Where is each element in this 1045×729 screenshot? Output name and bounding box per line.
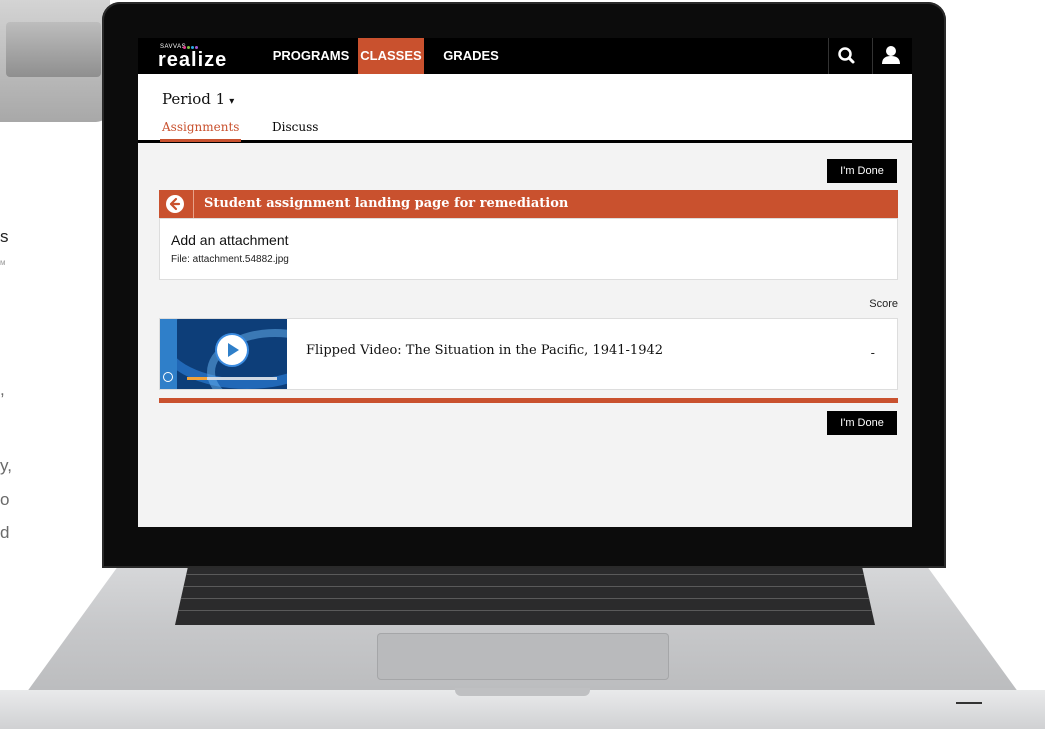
realize-logo[interactable]: SAVVAS realize [156, 44, 240, 71]
score-column-header: Score [869, 298, 898, 310]
attachment-title: Add an attachment [171, 232, 289, 248]
video-progress-fill [187, 377, 207, 380]
banner-divider [193, 190, 194, 218]
background-text-fragment: o [0, 490, 10, 509]
nav-classes[interactable]: CLASSES [358, 38, 424, 74]
nav-grades[interactable]: GRADES [434, 38, 508, 74]
background-laptop-image [0, 0, 110, 122]
laptop-trackpad [377, 633, 669, 680]
attachment-card[interactable]: Add an attachment File: attachment.54882… [159, 218, 898, 280]
keyboard-row-divider [175, 574, 875, 575]
assignment-title: Student assignment landing page for reme… [204, 196, 569, 211]
background-text-fragment: d [0, 523, 10, 542]
assignment-banner: Student assignment landing page for reme… [159, 190, 898, 218]
keyboard-row-divider [175, 598, 875, 599]
video-type-strip [160, 319, 177, 389]
user-icon [882, 46, 900, 64]
keyboard-row-divider [175, 610, 875, 611]
laptop-front-notch [455, 688, 590, 696]
background-text-fragment: ᴍ [0, 258, 6, 267]
search-icon [838, 47, 855, 64]
assignment-content: I'm Done Student assignment landing page… [138, 143, 912, 527]
video-title[interactable]: Flipped Video: The Situation in the Paci… [306, 343, 663, 358]
attachment-file[interactable]: File: attachment.54882.jpg [171, 254, 289, 265]
background-text-fragment: y, [0, 456, 12, 475]
class-selector-label: Period 1 [162, 90, 226, 108]
tab-assignments[interactable]: Assignments [159, 120, 242, 142]
im-done-button-top[interactable]: I'm Done [827, 159, 897, 183]
search-button[interactable] [828, 38, 865, 74]
background-text-fragment: s [0, 227, 9, 246]
clock-icon [163, 372, 173, 382]
section-divider [159, 398, 898, 403]
play-icon[interactable] [217, 335, 247, 365]
tab-discuss[interactable]: Discuss [272, 120, 318, 134]
background-laptop-screen [6, 22, 101, 77]
background-text-fragment: , [0, 380, 5, 399]
laptop-keyboard [175, 562, 875, 625]
nav-programs[interactable]: PROGRAMS [266, 38, 356, 74]
im-done-button-bottom[interactable]: I'm Done [827, 411, 897, 435]
profile-button[interactable] [872, 38, 909, 74]
back-arrow-icon[interactable] [166, 195, 184, 213]
laptop-status-led [956, 702, 982, 704]
back-arrow-glyph [169, 197, 181, 211]
class-header: Period 1 ▾ Assignments Discuss [138, 74, 912, 143]
video-item[interactable]: Flipped Video: The Situation in the Paci… [159, 318, 898, 390]
top-navbar: SAVVAS realize PROGRAMS CLASSES GRADES [138, 38, 912, 74]
laptop-screen: SAVVAS realize PROGRAMS CLASSES GRADES P… [138, 38, 912, 527]
video-score: - [870, 345, 875, 360]
video-thumbnail[interactable] [177, 319, 287, 389]
chevron-down-icon: ▾ [229, 96, 235, 107]
class-selector[interactable]: Period 1 ▾ [162, 90, 234, 108]
logo-name: realize [158, 49, 228, 71]
keyboard-row-divider [175, 586, 875, 587]
